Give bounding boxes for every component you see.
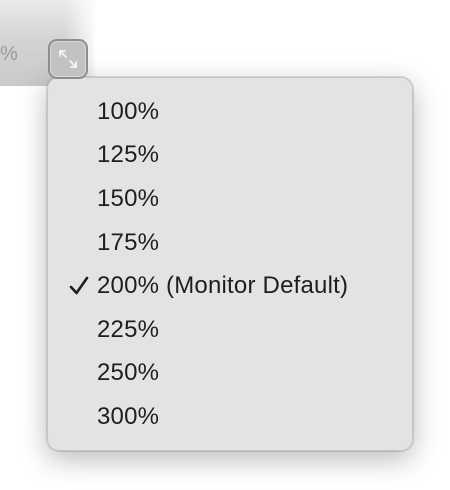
menu-item-300[interactable]: 300% (48, 395, 412, 439)
zoom-percent-fragment: % (0, 43, 18, 65)
menu-item-250[interactable]: 250% (48, 352, 412, 396)
menu-item-label: 300% (97, 402, 160, 430)
menu-item-175[interactable]: 175% (48, 221, 412, 265)
menu-item-label: 100% (97, 97, 160, 125)
zoom-menu-button[interactable] (48, 39, 88, 79)
menu-item-100[interactable]: 100% (48, 90, 412, 134)
menu-item-125[interactable]: 125% (48, 134, 412, 178)
expand-arrows-icon (59, 50, 77, 68)
zoom-level-menu: 100% 125% 150% 175% 200% (Monitor Defaul… (47, 77, 413, 451)
menu-item-200-monitor-default[interactable]: 200% (Monitor Default) (48, 264, 412, 308)
menu-item-label: 175% (97, 228, 160, 256)
menu-item-label: 150% (97, 184, 160, 212)
checkmark-icon (69, 276, 89, 295)
menu-item-label: 200% (Monitor Default) (97, 272, 349, 300)
menu-item-label: 225% (97, 315, 160, 343)
menu-item-150[interactable]: 150% (48, 177, 412, 221)
menu-item-225[interactable]: 225% (48, 308, 412, 352)
menu-item-label: 250% (97, 359, 160, 387)
menu-item-label: 125% (97, 141, 160, 169)
